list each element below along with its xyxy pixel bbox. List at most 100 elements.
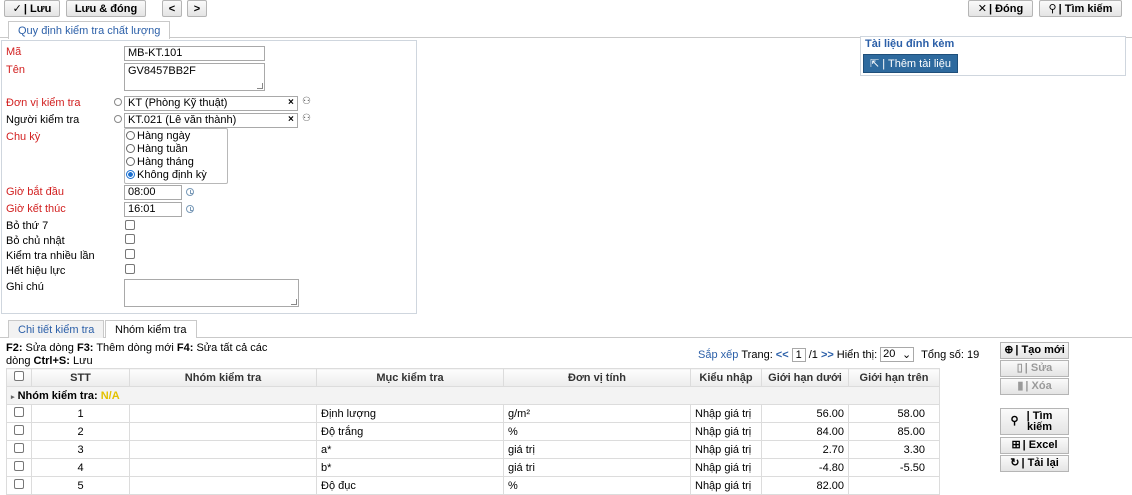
het-hieu-luc-checkbox[interactable]: [125, 264, 135, 274]
ten-input[interactable]: GV8457BB2F: [124, 63, 265, 91]
refresh-icon: ↻: [1010, 457, 1020, 469]
radio-hang-tuan[interactable]: Hàng tuần: [126, 143, 188, 156]
cell-gioi-han-tren: 58.00: [848, 404, 940, 423]
cell-gioi-han-duoi: 84.00: [761, 422, 849, 441]
table-row[interactable]: 4 b* giá tri Nhập giá trị -4.80 -5.50: [6, 458, 940, 477]
prev-record-button[interactable]: <: [162, 0, 182, 17]
last-page-link[interactable]: >>: [821, 349, 834, 361]
gio-ket-thuc-input[interactable]: 16:01: [124, 202, 182, 217]
expand-arrow-icon[interactable]: ▸: [11, 394, 15, 401]
show-label: Hiển thị:: [836, 348, 878, 361]
edit-button[interactable]: ▯ | Sửa: [1000, 360, 1069, 377]
first-page-link[interactable]: <<: [776, 349, 789, 361]
cell-kieu-nhap: Nhập giá trị: [690, 476, 762, 495]
header-kieu-nhap[interactable]: Kiểu nhập: [690, 368, 762, 387]
clock-icon[interactable]: [186, 188, 194, 196]
total-label: Tổng số:: [921, 348, 964, 361]
row-checkbox[interactable]: [14, 425, 24, 435]
excel-button[interactable]: ⊞ | Excel: [1000, 437, 1069, 454]
cell-don-vi: giá trị: [503, 440, 691, 459]
sort-link[interactable]: Sắp xếp: [698, 349, 738, 361]
row-checkbox[interactable]: [14, 407, 24, 417]
cell-muc: b*: [316, 458, 504, 477]
cell-kieu-nhap: Nhập giá trị: [690, 422, 762, 441]
cell-don-vi: giá tri: [503, 458, 691, 477]
delete-button[interactable]: ▮ | Xóa: [1000, 378, 1069, 395]
clear-nguoi-icon[interactable]: ×: [288, 114, 294, 125]
header-stt[interactable]: STT: [31, 368, 130, 387]
close-button[interactable]: ✕ | Đóng: [968, 0, 1033, 17]
add-document-button[interactable]: ⇱ | Thêm tài liệu: [863, 54, 958, 73]
select-all-header[interactable]: [6, 368, 32, 387]
ghi-chu-label: Ghi chú: [6, 281, 44, 293]
ma-input[interactable]: MB-KT.101: [124, 46, 265, 61]
cell-muc: Độ trắng: [316, 422, 504, 441]
cell-kieu-nhap: Nhập giá trị: [690, 440, 762, 459]
don-vi-label: Đơn vị kiểm tra: [6, 97, 81, 109]
kiem-tra-nhieu-lan-checkbox[interactable]: [125, 249, 135, 259]
lookup-nguoi-icon[interactable]: ⚇: [302, 113, 311, 124]
next-record-button[interactable]: >: [187, 0, 207, 17]
pager: Sắp xếp Trang: << 1 /1 >> Hiển thị: 20 ⌄ …: [698, 347, 979, 362]
cell-stt: 1: [31, 404, 130, 423]
cell-nhom: [129, 422, 317, 441]
het-hieu-luc-label: Hết hiệu lực: [6, 265, 66, 277]
row-checkbox[interactable]: [14, 443, 24, 453]
cell-gioi-han-tren: [848, 476, 940, 495]
bo-chu-nhat-checkbox[interactable]: [125, 234, 135, 244]
cell-gioi-han-duoi: 2.70: [761, 440, 849, 459]
tab-nhom-kiem-tra[interactable]: Nhóm kiểm tra: [105, 320, 197, 338]
page-input[interactable]: 1: [791, 347, 806, 362]
add-icon: ⊕: [1004, 344, 1014, 356]
chu-ky-label: Chu kỳ: [6, 131, 41, 143]
ghi-chu-input[interactable]: [124, 279, 299, 307]
table-row[interactable]: 1 Định lượng g/m² Nhập giá trị 56.00 58.…: [6, 404, 940, 423]
row-checkbox[interactable]: [14, 479, 24, 489]
page-size-select[interactable]: 20 ⌄: [880, 347, 915, 362]
create-button[interactable]: ⊕ | Tạo mới: [1000, 342, 1069, 359]
clock-icon[interactable]: [186, 205, 194, 213]
cell-gioi-han-tren: -5.50: [848, 458, 940, 477]
radio-khong-dinh-ky[interactable]: Không định kỳ: [126, 169, 207, 182]
tab-quy-dinh[interactable]: Quy định kiểm tra chất lượng: [8, 21, 171, 39]
header-nhom[interactable]: Nhóm kiểm tra: [129, 368, 317, 387]
grid-header-row: STT Nhóm kiểm tra Mục kiểm tra Đơn vị tí…: [6, 368, 940, 387]
header-muc[interactable]: Mục kiểm tra: [316, 368, 504, 387]
tab-chi-tiet-kiem-tra[interactable]: Chi tiết kiểm tra: [8, 320, 105, 338]
save-close-button[interactable]: Lưu & đóng: [66, 0, 146, 17]
radio-icon: [126, 144, 135, 153]
table-row[interactable]: 2 Độ trắng % Nhập giá trị 84.00 85.00: [6, 422, 940, 441]
lookup-don-vi-icon[interactable]: ⚇: [302, 96, 311, 107]
radio-hang-thang[interactable]: Hàng tháng: [126, 156, 194, 169]
don-vi-input[interactable]: KT (Phòng Kỹ thuật): [124, 96, 298, 111]
table-row[interactable]: 5 Độ đục % Nhập giá trị 82.00: [6, 476, 940, 495]
header-gioi-han-tren[interactable]: Giới hạn trên: [848, 368, 940, 387]
row-checkbox[interactable]: [14, 461, 24, 471]
info-icon: [114, 115, 122, 123]
reload-button[interactable]: ↻ | Tải lại: [1000, 455, 1069, 472]
table-row[interactable]: 3 a* giá trị Nhập giá trị 2.70 3.30: [6, 440, 940, 459]
search-button[interactable]: ⚲ | Tìm kiếm: [1039, 0, 1122, 17]
page-label: Trang:: [741, 348, 773, 361]
bo-thu-7-label: Bỏ thứ 7: [6, 220, 49, 232]
trash-icon: ▮: [1017, 380, 1024, 392]
nguoi-kiem-tra-input[interactable]: KT.021 (Lê văn thành): [124, 113, 298, 128]
header-don-vi[interactable]: Đơn vị tính: [503, 368, 691, 387]
chevron-down-icon: ⌄: [901, 349, 912, 361]
select-all-checkbox[interactable]: [14, 371, 24, 381]
radio-hang-ngay[interactable]: Hàng ngày: [126, 130, 190, 143]
grid-search-button[interactable]: ⚲ | Tìm kiếm: [1000, 408, 1069, 435]
total-count: 19: [966, 348, 980, 361]
cell-gioi-han-tren: 85.00: [848, 422, 940, 441]
ma-label: Mã: [6, 46, 22, 58]
radio-selected-icon: [126, 170, 135, 179]
gio-bat-dau-input[interactable]: 08:00: [124, 185, 182, 200]
cell-stt: 3: [31, 440, 130, 459]
clear-don-vi-icon[interactable]: ×: [288, 97, 294, 108]
header-gioi-han-duoi[interactable]: Giới hạn dưới: [761, 368, 849, 387]
group-row[interactable]: ▸ Nhóm kiểm tra: N/A: [6, 386, 940, 405]
cell-gioi-han-duoi: 82.00: [761, 476, 849, 495]
save-button[interactable]: ✓ | Lưu: [4, 0, 60, 17]
bo-thu-7-checkbox[interactable]: [125, 220, 135, 230]
cell-nhom: [129, 440, 317, 459]
